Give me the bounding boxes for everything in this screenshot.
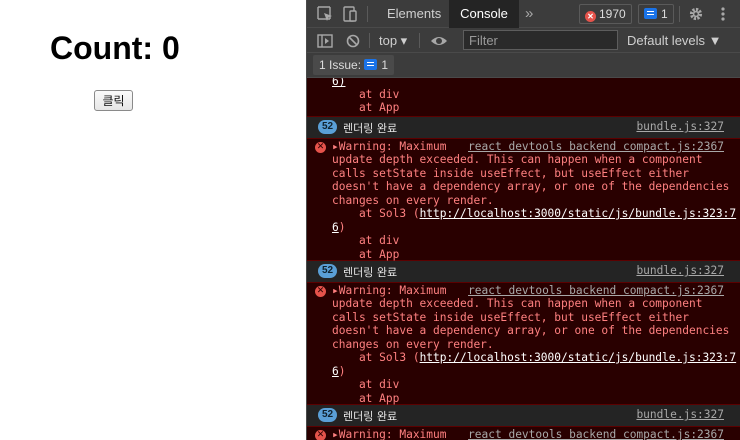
toolbar-divider	[679, 6, 680, 22]
warning-line: calls setState inside useEffect, but use…	[332, 310, 689, 324]
log-text: 렌더링 완료	[343, 122, 398, 135]
error-icon: ✕	[315, 430, 326, 440]
issue-icon	[364, 59, 378, 70]
warning-line: update depth exceeded. This can happen w…	[332, 297, 703, 310]
live-expression-eye-icon[interactable]	[429, 31, 449, 51]
error-stack-line: at div	[332, 378, 400, 391]
message-counter-badge[interactable]: 1	[638, 4, 674, 24]
warning-line: update depth exceeded. This can happen w…	[332, 153, 703, 166]
warning-line: changes on every render.	[332, 337, 494, 351]
message-count: 1	[661, 7, 668, 21]
devtools-tabbar: Elements Console » ✕ 1970 1	[307, 0, 740, 28]
message-icon	[644, 8, 657, 19]
more-tabs-button[interactable]: »	[525, 0, 533, 28]
error-count: 1970	[599, 7, 626, 21]
log-entry: 52 렌더링 완료 bundle.js:327	[307, 405, 740, 426]
warning-line: calls setState inside useEffect, but use…	[332, 166, 689, 180]
kebab-menu-icon[interactable]	[713, 4, 733, 24]
console-toolbar: top ▾ Default levels ▼	[307, 28, 740, 53]
clear-console-icon[interactable]	[343, 31, 363, 51]
toolbar-divider	[367, 6, 368, 22]
issues-bar: 1 Issue: 1	[307, 53, 740, 78]
error-icon: ✕	[315, 142, 326, 153]
console-messages: 6) at div at App 52 렌더링 완료 bundle.js:327…	[307, 78, 740, 440]
repeat-count-badge: 52	[318, 408, 338, 422]
error-stack-line: 6)	[332, 78, 346, 88]
issues-label: 1 Issue:	[319, 58, 362, 72]
error-stack-line: at App	[332, 391, 400, 405]
settings-gear-icon[interactable]	[686, 4, 706, 24]
bundle-link[interactable]: http://localhost:3000/static/js/bundle.j…	[420, 207, 737, 220]
warning-source-link[interactable]: react devtools backend compact.js:2367	[468, 284, 724, 297]
warning-first-line[interactable]: ▸Warning: Maximum	[332, 140, 447, 154]
warning-source-link[interactable]: react devtools backend compact.js:2367	[468, 428, 724, 440]
toolbar-divider	[369, 33, 370, 48]
error-message: ✕ ▸Warning: Maximum react devtools backe…	[307, 426, 740, 440]
log-source-link[interactable]: bundle.js:327	[636, 120, 724, 133]
warning-line: doesn't have a dependency array, or one …	[332, 180, 730, 193]
error-stack-line: 6)	[332, 364, 346, 378]
log-entry: 52 렌더링 완료 bundle.js:327	[307, 117, 740, 138]
bundle-link-wrap[interactable]: 6	[332, 221, 339, 234]
error-stack-line: at App	[332, 101, 400, 114]
error-message: ✕ ▸Warning: Maximum react devtools backe…	[307, 282, 740, 405]
bundle-link-wrap[interactable]: 6	[332, 365, 339, 378]
sidebar-toggle-icon[interactable]	[315, 31, 335, 51]
error-icon: ✕	[585, 11, 596, 22]
issues-button[interactable]: 1 Issue: 1	[313, 55, 395, 75]
select-element-icon[interactable]	[315, 4, 335, 24]
log-source-link[interactable]: bundle.js:327	[636, 408, 724, 421]
warning-first-line[interactable]: ▸Warning: Maximum	[332, 284, 447, 298]
tab-elements[interactable]: Elements	[387, 0, 441, 28]
click-button[interactable]: 클릭	[94, 90, 133, 111]
error-message-fragment: 6) at div at App	[307, 78, 740, 117]
log-text: 렌더링 완료	[343, 266, 398, 279]
error-stack-line: at div	[332, 234, 400, 247]
device-toolbar-icon[interactable]	[340, 4, 360, 24]
log-source-link[interactable]: bundle.js:327	[636, 264, 724, 277]
log-entry: 52 렌더링 완료 bundle.js:327	[307, 261, 740, 282]
error-stack-line: at App	[332, 247, 400, 261]
warning-line: doesn't have a dependency array, or one …	[332, 324, 730, 337]
error-counter-badge[interactable]: ✕ 1970	[579, 4, 632, 24]
error-stack-line: at Sol3 (http://localhost:3000/static/js…	[332, 207, 737, 220]
filter-input[interactable]	[463, 30, 618, 50]
error-icon: ✕	[315, 286, 326, 297]
warning-first-line[interactable]: ▸Warning: Maximum	[332, 428, 447, 440]
repeat-count-badge: 52	[318, 120, 338, 134]
log-text: 렌더링 완료	[343, 410, 398, 423]
warning-source-link[interactable]: react devtools backend compact.js:2367	[468, 140, 724, 153]
context-select[interactable]: top ▾	[379, 28, 407, 53]
toolbar-divider	[419, 33, 420, 48]
warning-line: changes on every render.	[332, 193, 494, 207]
app-page: Count: 0 클릭	[0, 0, 306, 440]
count-heading: Count: 0	[50, 30, 180, 66]
log-levels-select[interactable]: Default levels ▼	[627, 28, 722, 53]
bundle-link[interactable]: http://localhost:3000/static/js/bundle.j…	[420, 351, 737, 364]
error-stack-line: 6)	[332, 220, 346, 234]
issues-count: 1	[381, 58, 389, 72]
devtools-panel: Elements Console » ✕1970 1 top ▾ Default…	[306, 0, 740, 440]
tab-console[interactable]: Console	[449, 0, 519, 28]
error-stack-line: at Sol3 (http://localhost:3000/static/js…	[332, 351, 737, 364]
error-message: ✕ ▸Warning: Maximum react devtools backe…	[307, 138, 740, 261]
error-stack-line: at div	[332, 88, 400, 101]
repeat-count-badge: 52	[318, 264, 338, 278]
